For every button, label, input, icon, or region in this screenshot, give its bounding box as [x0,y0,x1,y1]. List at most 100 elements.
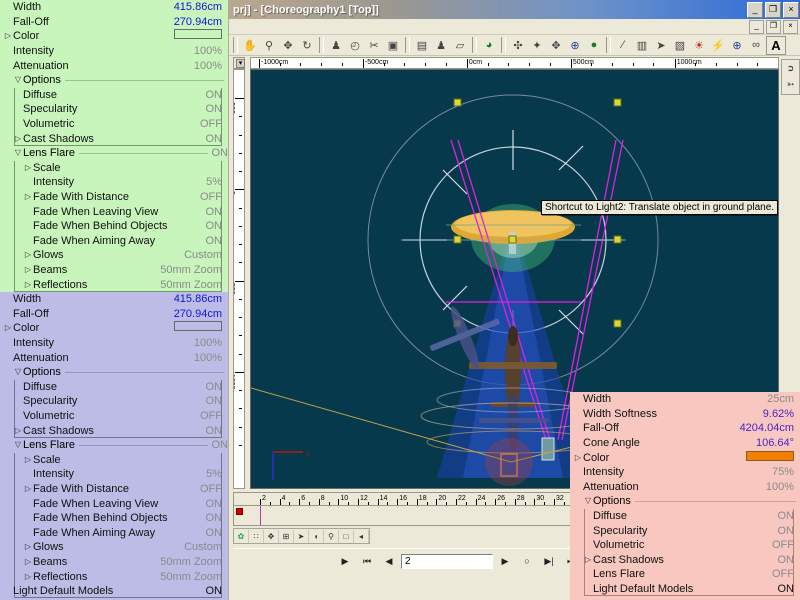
property-row[interactable]: Diffuse ON [570,509,800,524]
property-value[interactable]: 50mm Zoom [160,570,222,584]
step-forward-button[interactable]: ▶| [539,551,559,571]
property-value[interactable]: 415.86cm [174,0,222,14]
property-value[interactable]: ON [206,511,223,525]
property-row[interactable]: Fade With Distance OFF [0,190,228,205]
bones-icon[interactable]: ⊕ [728,37,746,54]
property-row[interactable]: Cast Shadows ON [570,553,800,568]
child-close-button[interactable]: × [783,20,798,34]
grid-snap-icon[interactable]: ∷ [249,529,264,543]
property-value[interactable]: ON [206,526,223,540]
property-value[interactable]: ON [778,509,795,523]
property-row[interactable]: Specularity ON [570,523,800,538]
chevron-down-icon[interactable] [14,146,22,160]
keyframe-marker[interactable] [236,508,243,515]
property-row[interactable]: Width 25cm [570,392,800,407]
property-row[interactable]: Fall-Off 4204.04cm [570,421,800,436]
property-value[interactable]: ON [206,394,223,408]
property-value[interactable]: 25cm [767,392,794,406]
text-icon[interactable]: A [766,35,786,55]
spline-icon[interactable]: ∕ [614,37,632,54]
property-value[interactable]: ON [206,380,223,394]
property-value[interactable]: OFF [200,482,222,496]
rotate-icon[interactable]: ↻ [298,37,316,54]
more-icon[interactable]: ◂ [354,529,369,543]
property-value[interactable]: 50mm Zoom [160,278,222,292]
property-row[interactable]: Fade With Distance OFF [0,482,228,497]
chevron-right-icon[interactable] [24,482,32,496]
property-row[interactable]: Reflections 50mm Zoom [0,569,228,584]
child-minimize-button[interactable]: _ [749,20,764,34]
vertical-ruler[interactable]: -500cm 0cm 500cm 1000cm [233,69,245,489]
property-row[interactable]: Reflections 50mm Zoom [0,277,228,292]
light-icon[interactable]: ☀ [690,37,708,54]
property-row[interactable]: Width Softness 9.62% [570,407,800,422]
chevron-down-icon[interactable] [14,438,22,452]
property-value[interactable]: 270.94cm [174,15,222,29]
property-row[interactable]: Cast Shadows ON [0,423,228,438]
chevron-down-icon[interactable] [584,494,592,508]
property-value[interactable]: ON [206,219,223,233]
property-row[interactable]: Fade When Leaving View ON [0,204,228,219]
chevron-right-icon[interactable] [4,321,12,335]
sheet-icon[interactable]: ▥ [633,37,651,54]
property-value[interactable]: ON [778,553,795,567]
property-row[interactable]: Fade When Aiming Away ON [0,234,228,249]
magnifier-icon[interactable]: ⚲ [260,37,278,54]
property-value[interactable]: ON [206,424,223,438]
zoom-tool-icon[interactable]: ⚲ [324,529,339,543]
property-row[interactable]: Scale [0,453,228,468]
camera-icon[interactable]: ▣ [384,37,402,54]
translate-icon[interactable]: ✣ [509,37,527,54]
color-picker-icon[interactable]: ✿ [234,529,249,543]
property-value[interactable]: ON [778,524,795,538]
property-row[interactable]: Fade When Behind Objects ON [0,219,228,234]
magnet-icon[interactable]: ⚡ [709,37,727,54]
property-row[interactable]: Diffuse ON [0,88,228,103]
property-value[interactable]: Custom [184,248,222,262]
title-bar[interactable]: prj] - [Choreography1 [Top]] _ ❐ × [229,0,800,19]
move-icon[interactable]: ✥ [279,37,297,54]
world-icon[interactable]: ● [585,37,603,54]
property-row[interactable]: Attenuation 100% [570,480,800,495]
group-value[interactable]: ON [212,438,229,452]
chevron-right-icon[interactable] [24,555,32,569]
close-button[interactable]: × [783,2,799,18]
child-restore-button[interactable]: ❐ [766,20,781,34]
chevron-right-icon[interactable] [14,132,22,146]
property-value[interactable]: ON [206,132,223,146]
property-row[interactable]: Intensity 100% [0,336,228,351]
color-swatch[interactable] [174,321,222,335]
chevron-right-icon[interactable] [24,540,32,554]
ruler-unit-icon[interactable]: ▾ [236,59,245,68]
render-icon[interactable]: ♟ [327,37,345,54]
property-row[interactable]: Fall-Off 270.94cm [0,15,228,30]
save-icon[interactable]: ▤ [413,37,431,54]
frame-tool-icon[interactable]: ⊞ [279,529,294,543]
minimize-button[interactable]: _ [747,2,763,18]
property-row[interactable]: Scale [0,161,228,176]
measure-icon[interactable]: ▧ [671,37,689,54]
chevron-right-icon[interactable] [24,263,32,277]
clock-icon[interactable]: ◴ [346,37,364,54]
property-value[interactable]: ON [206,497,223,511]
link-icon[interactable]: ∞ [747,37,765,54]
property-value[interactable]: 106.64° [756,436,794,450]
property-row[interactable]: Lens Flare OFF [570,567,800,582]
property-value[interactable]: OFF [772,567,794,581]
property-row[interactable]: Cast Shadows ON [0,131,228,146]
property-value[interactable]: 100% [766,480,794,494]
chevron-right-icon[interactable] [24,453,32,467]
chevron-right-icon[interactable] [24,278,32,292]
property-value[interactable]: ON [206,88,223,102]
property-row[interactable]: Attenuation 100% [0,58,228,73]
group-header[interactable]: Options [0,73,228,88]
property-value[interactable]: 415.86cm [174,292,222,306]
property-row[interactable]: Specularity ON [0,394,228,409]
property-row[interactable]: Fade When Aiming Away ON [0,526,228,541]
hand-icon[interactable]: ✋ [241,37,259,54]
group-header[interactable]: Options [0,365,228,380]
light-properties-panel-pink[interactable]: Width 25cm Width Softness 9.62% Fall-Off 4204… [570,392,800,600]
move-tool-icon[interactable]: ✥ [264,529,279,543]
select-tool-icon[interactable]: ➤ [294,529,309,543]
property-value[interactable]: 5% [206,175,222,189]
